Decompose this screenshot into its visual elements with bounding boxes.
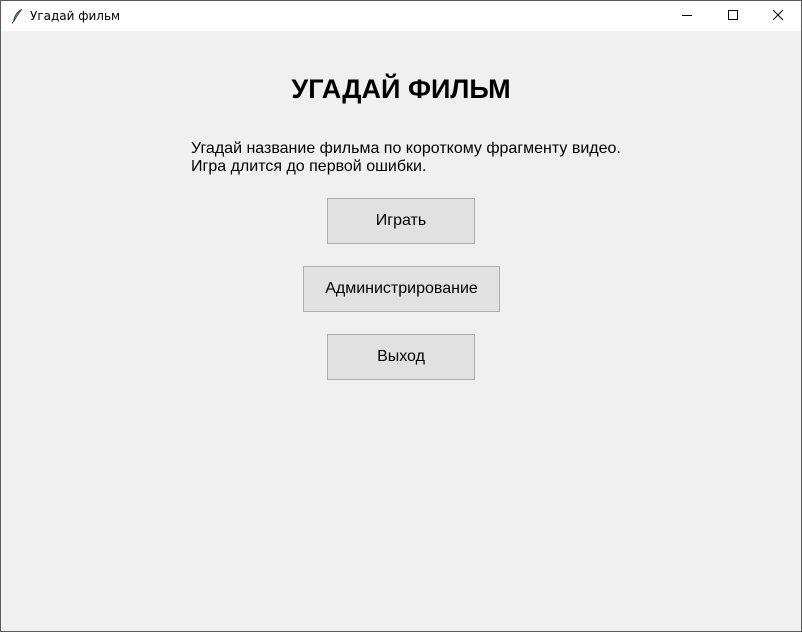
game-description: Угадай название фильма по короткому фраг… bbox=[191, 140, 621, 176]
minimize-icon bbox=[682, 7, 692, 25]
title-bar[interactable]: Угадай фильм bbox=[1, 1, 801, 31]
minimize-button[interactable] bbox=[664, 1, 710, 31]
close-icon bbox=[772, 7, 784, 25]
administration-button[interactable]: Администрирование bbox=[303, 266, 500, 312]
window-title: Угадай фильм bbox=[30, 9, 121, 23]
page-title: УГАДАЙ ФИЛЬМ bbox=[291, 74, 511, 104]
exit-button[interactable]: Выход bbox=[327, 334, 475, 380]
maximize-icon bbox=[728, 7, 738, 25]
app-window: Угадай фильм УГАДАЙ ФИЛЬМ Угадай названи… bbox=[0, 0, 802, 632]
description-line-2: Игра длится до первой ошибки. bbox=[191, 158, 427, 175]
play-button[interactable]: Играть bbox=[327, 198, 475, 244]
close-button[interactable] bbox=[755, 1, 801, 31]
main-content: УГАДАЙ ФИЛЬМ Угадай название фильма по к… bbox=[1, 31, 801, 631]
maximize-button[interactable] bbox=[710, 1, 756, 31]
description-line-1: Угадай название фильма по короткому фраг… bbox=[191, 140, 621, 157]
feather-icon bbox=[10, 8, 24, 24]
